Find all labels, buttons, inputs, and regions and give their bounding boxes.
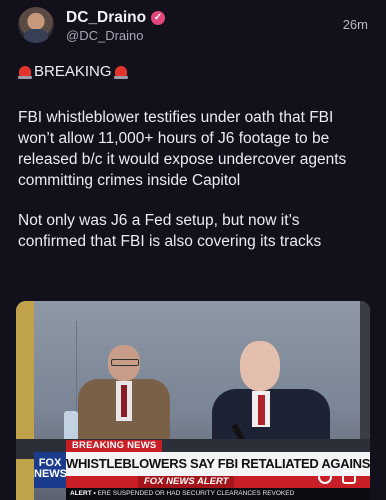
breaking-news-tag: BREAKING NEWS [66,440,163,452]
witness-left-tie [121,385,127,417]
breaking-text: BREAKING [34,63,112,80]
siren-icon [113,64,128,79]
avatar[interactable] [18,7,54,43]
breaking-label: BREAKING [18,63,128,80]
post-paragraph: FBI whistleblower testifies under oath t… [18,109,347,189]
witness-right-tie [258,395,265,425]
tweet-post: DC_Draino ✓ @DC_Draino 26m BREAKING FBI … [0,0,386,500]
post-paragraph: Not only was J6 a Fed setup, but now it’… [18,212,322,250]
avatar-figure [24,29,48,43]
author-handle[interactable]: @DC_Draino [66,28,144,43]
ticker-lead: ALERT • [70,490,96,497]
fullscreen-icon[interactable] [342,470,356,484]
witness-right-head [240,341,280,391]
post-timestamp: 26m [342,17,368,32]
siren-icon [18,64,32,79]
ticker-text: ERE SUSPENDED OR HAD SECURITY CLEARANCES… [97,490,295,497]
news-ticker: ALERT • ERE SUSPENDED OR HAD SECURITY CL… [66,488,370,500]
alert-brand: FOX NEWS ALERT [138,476,235,488]
author-row: DC_Draino ✓ [66,9,166,27]
video-controls [318,470,356,484]
scene-flag [16,301,34,500]
author-display-name[interactable]: DC_Draino [66,9,146,27]
verified-badge-icon: ✓ [151,11,166,25]
fox-news-logo: FOX NEWS [34,452,67,488]
video-media[interactable]: BREAKING NEWS WHISTLEBLOWERS SAY FBI RET… [16,301,370,500]
witness-left-glasses [111,359,139,366]
post-body: FBI whistleblower testifies under oath t… [18,107,370,271]
volume-icon[interactable] [318,470,332,484]
